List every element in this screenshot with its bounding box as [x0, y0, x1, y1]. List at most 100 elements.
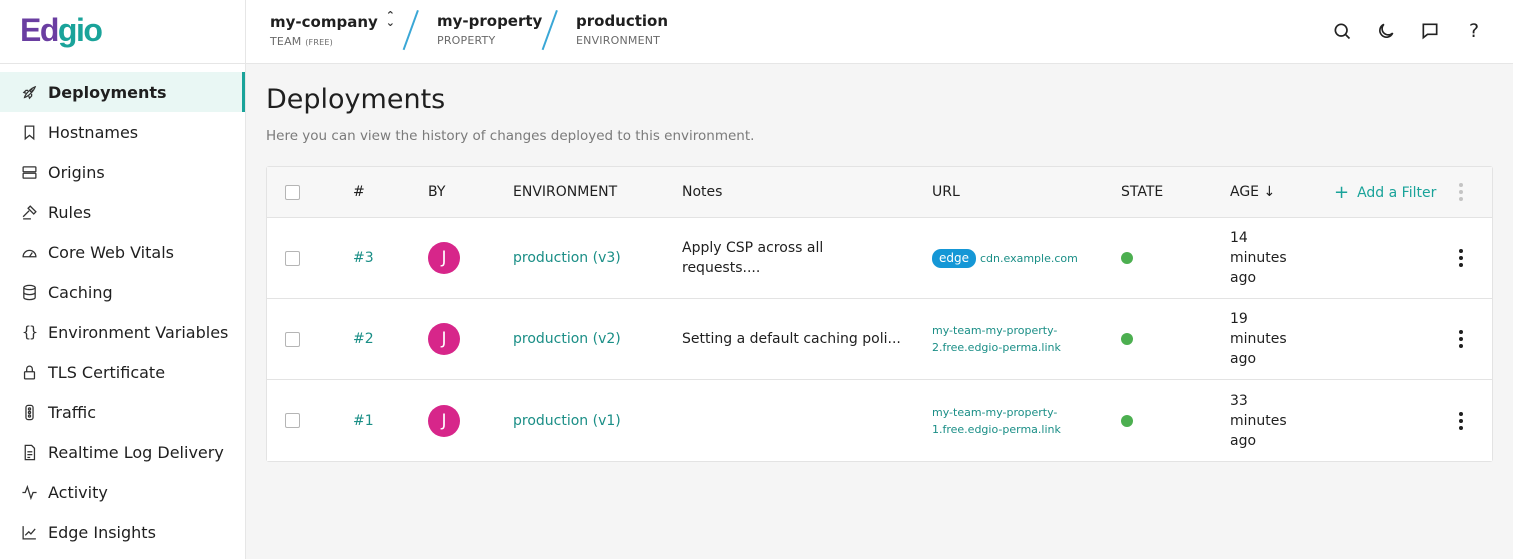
chart-line-icon — [20, 523, 38, 541]
gavel-icon — [20, 203, 38, 221]
breadcrumb-environment[interactable]: production ENVIRONMENT — [576, 12, 668, 47]
sidebar-item-label: Realtime Log Delivery — [48, 442, 224, 462]
column-options-icon[interactable] — [1451, 183, 1471, 201]
edgio-logo[interactable]: Edgio — [20, 12, 103, 49]
sidebar-item-label: Deployments — [48, 82, 167, 102]
property-name: my-property — [437, 12, 543, 30]
sidebar-item-label: Caching — [48, 282, 113, 302]
sidebar-item-realtime-log-delivery[interactable]: Realtime Log Delivery — [0, 432, 245, 472]
sidebar-item-caching[interactable]: Caching — [0, 272, 245, 312]
column-age-sort-desc[interactable]: AGE ↓ — [1230, 167, 1275, 217]
state-active-indicator — [1121, 333, 1133, 345]
row-more-options-icon[interactable] — [1451, 330, 1471, 348]
deployment-age: 14 minutes ago — [1230, 230, 1287, 286]
deployment-url-link[interactable]: my-team-my-property- 2.free.edgio-perma.l… — [932, 322, 1061, 356]
main-content: Deployments Here you can view the histor… — [246, 64, 1513, 559]
sidebar-item-rules[interactable]: Rules — [0, 192, 245, 232]
sidebar-item-label: Edge Insights — [48, 522, 156, 542]
row-more-options-icon[interactable] — [1451, 411, 1471, 430]
sidebar-item-label: Core Web Vitals — [48, 242, 174, 262]
deployment-notes: Setting a default caching poli... — [682, 331, 901, 347]
help-icon[interactable]: ? — [1463, 20, 1485, 42]
row-checkbox[interactable] — [285, 250, 300, 266]
table-header: # BY ENVIRONMENT Notes URL STATE AGE ↓ +… — [267, 167, 1492, 218]
edge-badge: edge — [932, 248, 976, 268]
sidebar-item-label: Origins — [48, 162, 105, 182]
team-selector[interactable]: my-company ⌃ ⌄ TEAM (FREE) — [270, 9, 395, 48]
deployment-url-link[interactable]: edge cdn.example.com — [932, 248, 1078, 268]
chevron-up-down-icon: ⌃ ⌄ — [385, 9, 395, 29]
sidebar-item-origins[interactable]: Origins — [0, 152, 245, 192]
table-row[interactable]: #2 J production (v2) Setting a default c… — [267, 299, 1492, 380]
chat-icon[interactable] — [1419, 20, 1441, 42]
deployment-age: 19 minutes ago — [1230, 311, 1287, 367]
add-filter-button[interactable]: + Add a Filter — [1334, 167, 1436, 217]
deployment-number-link[interactable]: #2 — [353, 299, 374, 379]
sidebar-item-label: Rules — [48, 202, 92, 222]
braces-icon: {} — [21, 323, 38, 341]
sidebar-item-label: Hostnames — [48, 122, 139, 142]
column-url[interactable]: URL — [932, 167, 960, 217]
sidebar-item-label: Activity — [48, 482, 108, 502]
team-type: TEAM — [270, 35, 302, 48]
server-icon — [20, 163, 38, 181]
sidebar-item-label: TLS Certificate — [48, 362, 166, 382]
plus-icon: + — [1334, 181, 1350, 203]
table-row[interactable]: #1 J production (v1) my-team-my-property… — [267, 380, 1492, 461]
column-notes[interactable]: Notes — [682, 167, 722, 217]
sidebar-item-activity[interactable]: Activity — [0, 472, 245, 512]
bookmark-icon — [20, 123, 38, 141]
environment-type: ENVIRONMENT — [576, 34, 661, 47]
sidebar-item-tls-certificate[interactable]: TLS Certificate — [0, 352, 245, 392]
environment-version-link[interactable]: production (v2) — [513, 299, 621, 379]
avatar: J — [428, 404, 460, 437]
column-state[interactable]: STATE — [1121, 167, 1163, 217]
deployment-number-link[interactable]: #3 — [353, 218, 374, 298]
page-title: Deployments — [266, 84, 446, 115]
row-checkbox[interactable] — [285, 331, 300, 347]
table-row[interactable]: #3 J production (v3) Apply CSP across al… — [267, 218, 1492, 299]
sidebar-item-core-web-vitals[interactable]: Core Web Vitals — [0, 232, 245, 272]
environment-name: production — [576, 12, 669, 30]
column-number[interactable]: # — [353, 167, 365, 217]
row-more-options-icon[interactable] — [1451, 249, 1471, 267]
search-icon[interactable] — [1331, 20, 1353, 42]
select-all-checkbox[interactable] — [285, 184, 300, 200]
add-filter-label: Add a Filter — [1357, 184, 1437, 201]
environment-version-link[interactable]: production (v1) — [513, 380, 621, 461]
breadcrumb-property[interactable]: my-property PROPERTY — [437, 12, 542, 47]
gauge-icon — [20, 243, 38, 261]
avatar: J — [428, 242, 460, 274]
deployment-age: 33 minutes ago — [1230, 392, 1287, 449]
activity-icon — [20, 483, 38, 501]
environment-version-link[interactable]: production (v3) — [513, 218, 621, 298]
deployments-table: # BY ENVIRONMENT Notes URL STATE AGE ↓ +… — [266, 166, 1493, 462]
sidebar-item-deployments[interactable]: Deployments — [0, 72, 245, 112]
document-icon — [20, 443, 38, 461]
lock-icon — [20, 363, 38, 381]
rocket-icon — [20, 83, 38, 101]
sidebar-item-label: Traffic — [48, 402, 97, 422]
deployment-url-link[interactable]: my-team-my-property- 1.free.edgio-perma.l… — [932, 404, 1061, 438]
property-type: PROPERTY — [437, 34, 496, 47]
top-header: Edgio my-company ⌃ ⌄ TEAM (FREE) my-proper… — [0, 0, 1513, 64]
row-checkbox[interactable] — [285, 413, 300, 428]
deployment-notes: Apply CSP across all requests.... — [682, 240, 824, 276]
breadcrumb-separator — [409, 10, 411, 50]
sidebar-item-hostnames[interactable]: Hostnames — [0, 112, 245, 152]
breadcrumb-separator — [548, 10, 550, 50]
moon-icon[interactable] — [1375, 20, 1397, 42]
header-actions: ? — [1331, 20, 1485, 42]
deployment-number-link[interactable]: #1 — [353, 380, 374, 461]
sidebar-item-traffic[interactable]: Traffic — [0, 392, 245, 432]
team-name: my-company — [270, 13, 378, 31]
sidebar: Deployments Hostnames Origins Rules Core… — [0, 64, 246, 559]
page-description: Here you can view the history of changes… — [266, 128, 755, 144]
plan-badge: (FREE) — [305, 38, 333, 47]
sidebar-item-edge-insights[interactable]: Edge Insights — [0, 512, 245, 552]
column-environment[interactable]: ENVIRONMENT — [513, 167, 617, 217]
sidebar-item-environment-variables[interactable]: {} Environment Variables — [0, 312, 245, 352]
column-by[interactable]: BY — [428, 167, 445, 217]
state-active-indicator — [1121, 414, 1133, 427]
logo-area: Edgio — [0, 0, 246, 64]
